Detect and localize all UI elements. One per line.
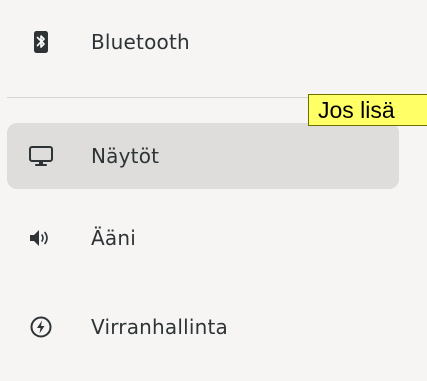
sidebar-item-label: Ääni bbox=[91, 226, 136, 250]
sidebar-item-displays[interactable]: Näytöt bbox=[7, 123, 399, 189]
display-icon bbox=[28, 143, 54, 169]
settings-sidebar: Bluetooth Näytöt Ääni Virranhallinta bbox=[0, 0, 427, 381]
sidebar-item-label: Bluetooth bbox=[91, 30, 190, 54]
speaker-icon bbox=[28, 225, 54, 251]
sidebar-item-sound[interactable]: Ääni bbox=[7, 205, 399, 271]
sidebar-item-label: Näytöt bbox=[91, 144, 160, 168]
sidebar-item-power[interactable]: Virranhallinta bbox=[7, 294, 399, 360]
sidebar-item-bluetooth[interactable]: Bluetooth bbox=[7, 9, 399, 75]
bluetooth-icon bbox=[28, 29, 54, 55]
sidebar-item-label: Virranhallinta bbox=[91, 315, 228, 339]
tooltip: Jos lisä bbox=[308, 94, 427, 126]
power-icon bbox=[28, 314, 54, 340]
